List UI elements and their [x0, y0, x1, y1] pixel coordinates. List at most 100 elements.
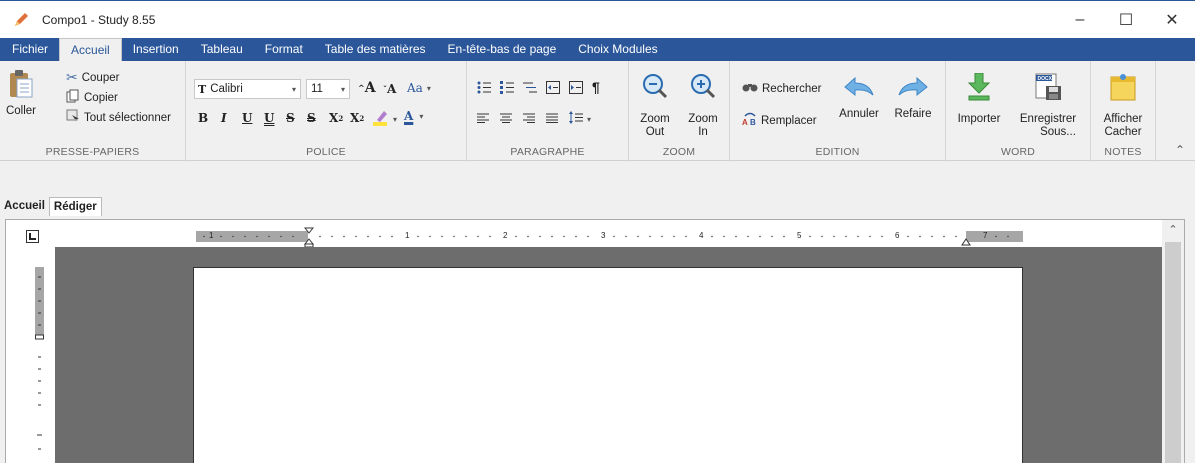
save-as-button[interactable]: DOCX Enregistrer Sous... [1014, 73, 1082, 139]
highlight-button[interactable]: ▾ [372, 109, 397, 130]
svg-text:A: A [742, 118, 748, 126]
minimize-button[interactable]: – [1057, 1, 1103, 39]
align-right-button[interactable] [523, 113, 535, 126]
multilevel-list-button[interactable] [523, 81, 537, 97]
ruler-number: 6 [895, 231, 900, 240]
chevron-down-icon: ▾ [291, 84, 296, 94]
tab-stop-selector[interactable] [26, 230, 39, 243]
shrink-font-button[interactable]: ˇA [383, 82, 396, 96]
subscript-label: X [329, 111, 339, 125]
strikethrough-button[interactable]: S [286, 111, 295, 125]
zoom-out-button[interactable]: Zoom Out [637, 73, 673, 139]
italic-button[interactable]: I [221, 111, 227, 125]
zoom-group: Zoom Out Zoom In ZOOM [629, 61, 730, 161]
tab-insertion[interactable]: Insertion [122, 38, 190, 61]
superscript-label: X [350, 111, 360, 125]
edition-group-label: EDITION [815, 146, 860, 158]
binoculars-icon [742, 81, 758, 96]
select-all-button[interactable]: Tout sélectionner [66, 109, 171, 126]
chevron-down-icon: ▾ [587, 114, 592, 124]
document-page[interactable] [193, 267, 1023, 463]
tab-choix-modules[interactable]: Choix Modules [567, 38, 668, 61]
line-spacing-button[interactable]: ▾ [569, 111, 591, 127]
close-button[interactable]: ✕ [1149, 1, 1195, 39]
undo-button[interactable]: Annuler [836, 75, 882, 121]
zoom-in-icon [690, 73, 716, 103]
ruler-number: 2 [503, 231, 508, 240]
clipboard-group-label: PRESSE-PAPIERS [45, 146, 140, 158]
collapse-ribbon-icon[interactable]: ⌃ [1175, 143, 1185, 157]
svg-text:DOCX: DOCX [1038, 76, 1053, 82]
chevron-down-icon: ▾ [419, 111, 424, 121]
justify-button[interactable] [546, 113, 558, 126]
undo-label: Annuler [839, 108, 879, 120]
horizontal-ruler[interactable]: 1 1 2 3 4 5 6 7 [196, 227, 1023, 248]
tab-format[interactable]: Format [254, 38, 314, 61]
doc-tab-accueil[interactable]: Accueil [0, 197, 49, 216]
maximize-button[interactable]: ☐ [1103, 1, 1149, 39]
zoom-group-label: ZOOM [662, 146, 696, 158]
subscript-button[interactable]: X2 [329, 111, 343, 125]
decrease-indent-button[interactable] [546, 81, 560, 97]
word-group: Importer DOCX Enregistrer Sous... WORD [946, 61, 1091, 161]
double-underline-button[interactable]: U [264, 111, 274, 125]
chevron-down-icon: ▾ [426, 83, 431, 93]
pen-app-icon[interactable] [10, 9, 32, 31]
redo-icon [897, 75, 929, 103]
increase-indent-button[interactable] [569, 81, 583, 97]
paragraph-group: ¶ ▾ PARAGRAPHE [467, 61, 629, 161]
cut-button[interactable]: ✂ Couper [66, 69, 119, 86]
line-spacing-icon [569, 111, 583, 127]
replace-label: Remplacer [761, 114, 817, 127]
font-name-select[interactable]: T Calibri ▾ [194, 79, 301, 99]
replace-icon: AB [742, 112, 758, 129]
tab-en-tete-bas-de-page[interactable]: En-tête-bas de page [437, 38, 568, 61]
numbered-list-icon [500, 81, 514, 97]
show-marks-button[interactable]: ¶ [592, 79, 600, 95]
grow-font-button[interactable]: ^ A [358, 80, 376, 96]
bullet-list-button[interactable] [477, 81, 491, 97]
bold-button[interactable]: B [198, 111, 208, 125]
show-notes-label: Afficher [1103, 113, 1143, 125]
multilevel-list-icon [523, 81, 537, 97]
import-button[interactable]: Importer [954, 72, 1004, 126]
zoom-out-label-1: Zoom [640, 113, 670, 125]
title-bar: Compo1 - Study 8.55 – ☐ ✕ [0, 0, 1195, 38]
tab-accueil[interactable]: Accueil [59, 38, 122, 61]
scrollbar-thumb[interactable] [1165, 242, 1181, 463]
ruler-number: 5 [797, 231, 802, 240]
svg-text:B: B [750, 118, 756, 126]
tab-tableau[interactable]: Tableau [190, 38, 254, 61]
align-center-icon [500, 113, 512, 126]
show-hide-notes-button[interactable]: Afficher Cacher [1097, 73, 1149, 139]
vertical-scrollbar[interactable]: ⌃ [1162, 220, 1184, 463]
increase-indent-icon [569, 81, 583, 97]
redo-button[interactable]: Refaire [890, 75, 936, 121]
tab-fichier[interactable]: Fichier [0, 38, 59, 61]
align-center-button[interactable] [500, 113, 512, 126]
replace-button[interactable]: AB Remplacer [742, 112, 817, 129]
doc-tab-rediger[interactable]: Rédiger [48, 197, 102, 216]
zoom-in-button[interactable]: Zoom In [685, 73, 721, 139]
underline-button[interactable]: U [242, 111, 252, 125]
vertical-ruler[interactable] [35, 267, 44, 463]
tab-table-des-matieres[interactable]: Table des matières [314, 38, 437, 61]
justify-icon [546, 113, 558, 126]
notes-group-label: NOTES [1104, 146, 1142, 158]
find-button[interactable]: Rechercher [742, 81, 821, 96]
numbered-list-button[interactable] [500, 81, 514, 97]
align-left-button[interactable] [477, 113, 489, 126]
align-right-icon [523, 113, 535, 126]
change-case-button[interactable]: Aa ▾ [407, 81, 431, 95]
font-size-select[interactable]: 11 ▾ [306, 79, 350, 99]
font-size-value: 11 [311, 83, 323, 95]
ruler-number: 3 [601, 231, 606, 240]
superscript-button[interactable]: X2 [350, 111, 364, 125]
font-color-button[interactable]: A ▾ [404, 109, 423, 123]
double-strikethrough-button[interactable]: S [307, 111, 316, 125]
paste-button[interactable]: Coller [4, 69, 38, 118]
font-group: T Calibri ▾ 11 ▾ ^ A ˇA Aa ▾ B I U U S S X… [186, 61, 467, 161]
word-group-label: WORD [1000, 146, 1036, 158]
copy-button[interactable]: Copier [66, 89, 118, 106]
scroll-up-icon[interactable]: ⌃ [1162, 220, 1184, 240]
